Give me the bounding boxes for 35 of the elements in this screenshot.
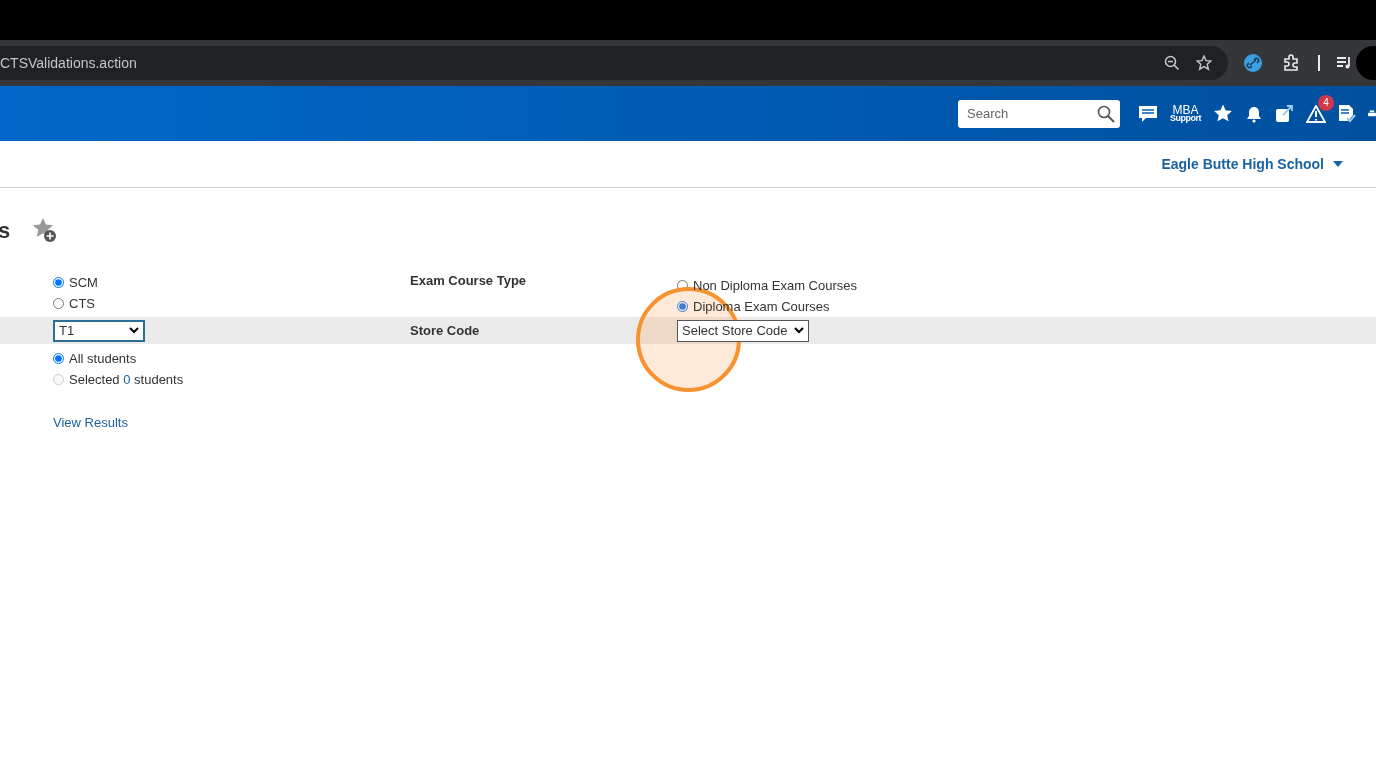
radio-label: Selected 0 students xyxy=(69,370,184,389)
add-favorite-icon[interactable] xyxy=(32,217,59,243)
radio-label: SCM xyxy=(69,273,98,292)
document-check-icon[interactable] xyxy=(1338,104,1356,123)
radio-button[interactable] xyxy=(53,277,64,288)
store-code-select[interactable]: Select Store Code xyxy=(677,319,809,342)
playlist-icon[interactable] xyxy=(1336,56,1352,70)
radio-label: CTS xyxy=(69,294,95,313)
link-extension-icon[interactable] xyxy=(1244,54,1262,72)
message-icon[interactable] xyxy=(1138,104,1158,123)
radio-button[interactable] xyxy=(53,298,64,309)
search-icon[interactable] xyxy=(1097,104,1115,123)
puzzle-icon[interactable] xyxy=(1282,54,1300,72)
field-label: Store Code xyxy=(410,321,481,340)
search-field[interactable]: Search xyxy=(958,99,1120,128)
external-link-icon[interactable] xyxy=(1275,104,1294,123)
alert-count-badge: 4 xyxy=(1318,94,1334,111)
bell-icon[interactable] xyxy=(1245,104,1263,123)
dropdown-caret-icon xyxy=(129,327,139,334)
caret-icon xyxy=(1333,161,1343,167)
radio-button[interactable] xyxy=(53,353,64,364)
radio-button[interactable] xyxy=(677,301,688,312)
bookmark-star-icon[interactable] xyxy=(1196,55,1212,71)
warning-icon[interactable] xyxy=(1306,104,1326,123)
zoom-out-icon[interactable] xyxy=(1164,55,1180,71)
term-select[interactable]: T1 xyxy=(53,319,145,342)
support-logo[interactable]: MBA Support xyxy=(1170,104,1201,123)
radio-label: All students xyxy=(69,349,137,368)
school-dropdown[interactable]: Eagle Butte High School xyxy=(1161,153,1343,175)
star-icon[interactable] xyxy=(1213,104,1233,123)
radio-label: Non Diploma Exam Courses xyxy=(693,276,857,295)
radio-button[interactable] xyxy=(677,280,688,291)
view-results-link[interactable]: View Results xyxy=(53,413,128,433)
dropdown-caret-icon xyxy=(793,327,804,334)
field-label: Exam Course Type xyxy=(410,272,528,289)
